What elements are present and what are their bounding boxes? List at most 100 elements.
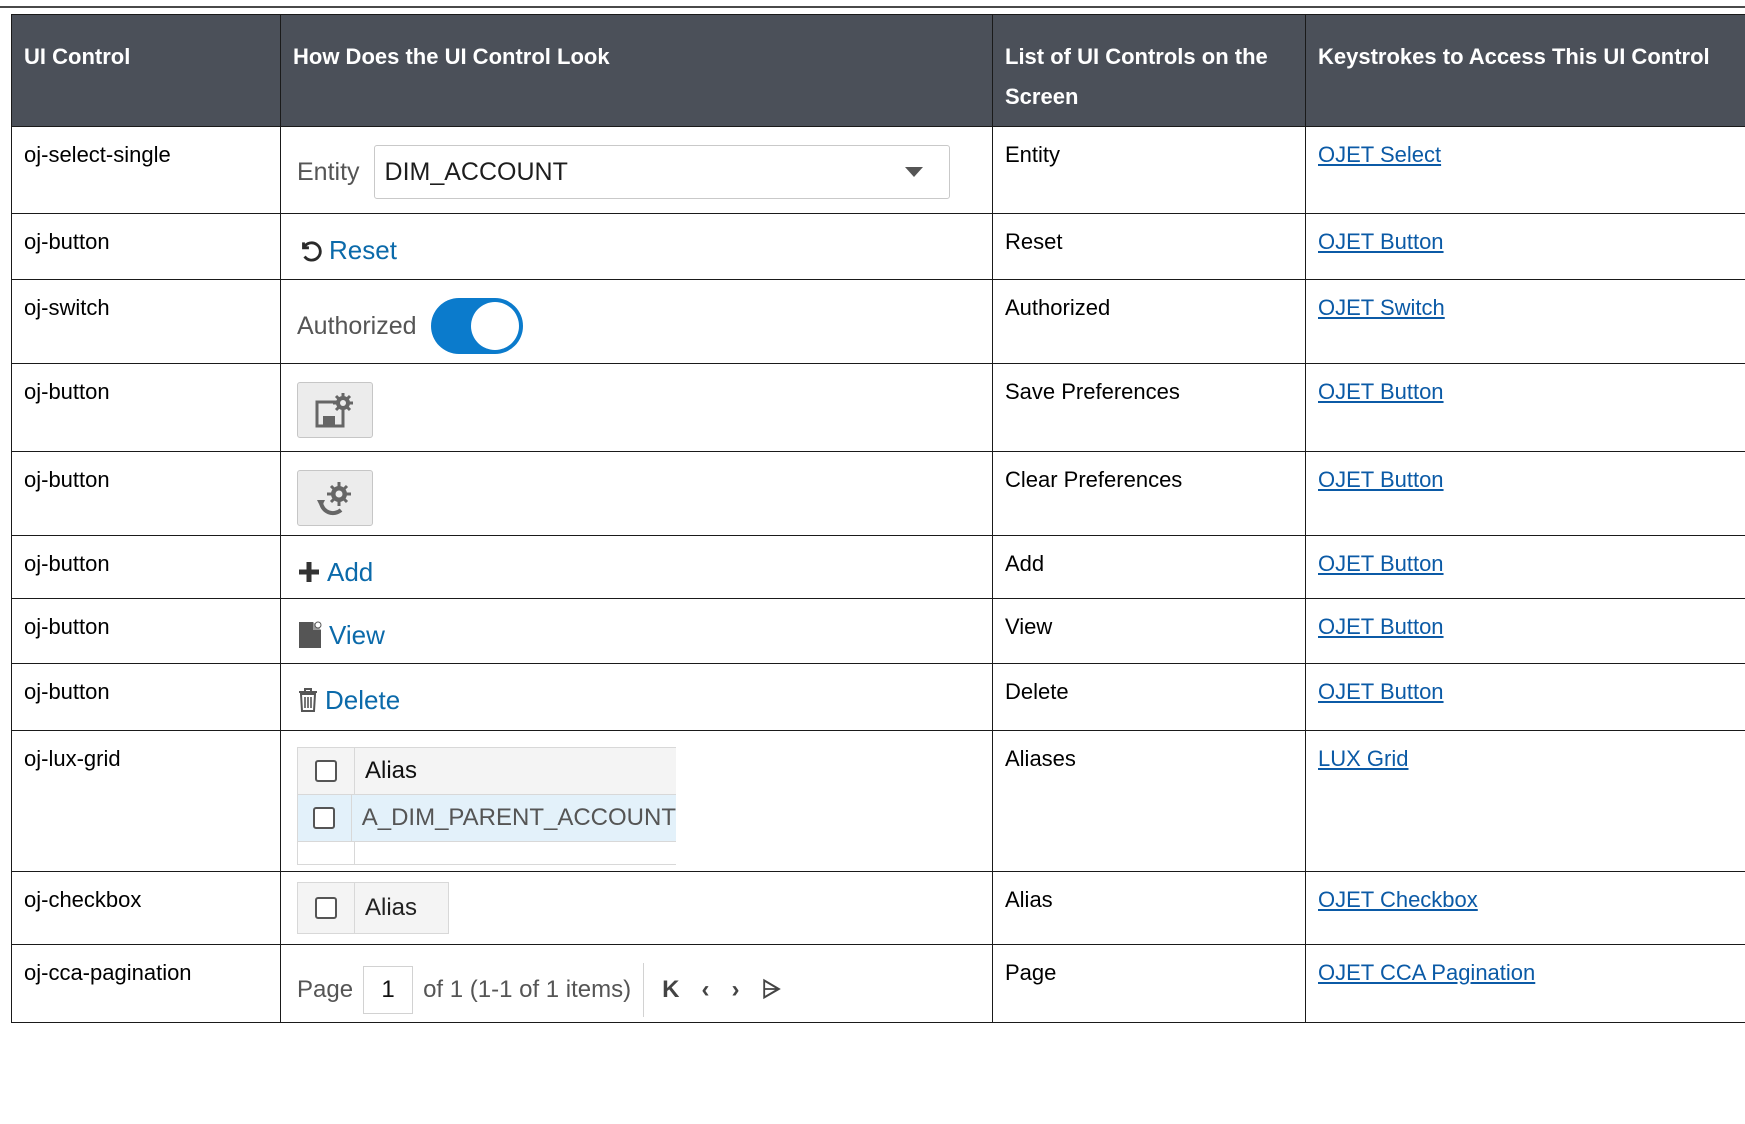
page-number-input[interactable]: 1 [363, 966, 414, 1014]
table-row: oj-button View View OJET Button [11, 598, 1745, 664]
checkbox-sample: Alias [297, 882, 449, 934]
control-name: oj-select-single [11, 126, 281, 214]
plus-icon [299, 562, 319, 582]
reset-button[interactable]: Reset [297, 232, 397, 268]
control-look: Entity DIM_ACCOUNT [280, 126, 993, 214]
doc-link[interactable]: OJET Button [1318, 467, 1444, 492]
control-list: Page [992, 944, 1306, 1023]
control-keystrokes: OJET Button [1305, 663, 1745, 731]
delete-button[interactable]: Delete [297, 682, 400, 718]
control-list: Delete [992, 663, 1306, 731]
doc-link[interactable]: OJET Select [1318, 142, 1441, 167]
grid-column-header: Alias [365, 757, 418, 784]
control-list: Alias [992, 871, 1306, 945]
table-row: oj-button Clear Preferences OJET Button [11, 451, 1745, 536]
add-button[interactable]: Add [297, 554, 373, 590]
checkbox-cell [298, 883, 355, 933]
control-name: oj-lux-grid [11, 730, 281, 872]
alias-checkbox[interactable] [315, 897, 337, 919]
page-label: Page [297, 976, 354, 1003]
doc-link[interactable]: OJET Button [1318, 229, 1444, 254]
trash-icon [299, 688, 317, 712]
clear-preferences-button[interactable] [297, 470, 373, 526]
dropdown-arrow-icon [904, 167, 923, 177]
switch-knob [470, 302, 519, 350]
pagination-nav: K ‹ › ⩥ [662, 972, 781, 1008]
table-header-row: UI Control How Does the UI Control Look … [11, 14, 1745, 127]
control-keystrokes: OJET Select [1305, 126, 1745, 214]
doc-link[interactable]: OJET Button [1318, 614, 1444, 639]
switch-label: Authorized [297, 312, 417, 340]
table-row: oj-button Reset Reset OJET Button [11, 213, 1745, 280]
control-keystrokes: OJET Button [1305, 451, 1745, 536]
select-all-checkbox[interactable] [315, 760, 337, 782]
table-row: oj-button Delete Delete OJET Button [11, 663, 1745, 731]
control-keystrokes: OJET Button [1305, 363, 1745, 452]
grid-empty-row [298, 842, 676, 864]
pagination-sample: Page 1 of 1 (1-1 of 1 items) K ‹ › ⩥ [297, 963, 976, 1017]
entity-select[interactable]: DIM_ACCOUNT [373, 145, 950, 199]
grid-row-select [298, 795, 352, 841]
control-name: oj-checkbox [11, 871, 281, 945]
control-keystrokes: OJET Switch [1305, 279, 1745, 364]
document-view-icon [299, 621, 322, 648]
doc-link[interactable]: OJET Checkbox [1318, 887, 1478, 912]
select-value: DIM_ACCOUNT [384, 158, 568, 186]
view-label: View [329, 620, 385, 650]
control-keystrokes: OJET Button [1305, 535, 1745, 599]
control-keystrokes: LUX Grid [1305, 730, 1745, 872]
doc-link[interactable]: OJET Button [1318, 679, 1444, 704]
control-name: oj-button [11, 213, 281, 280]
doc-link[interactable]: OJET Button [1318, 379, 1444, 404]
doc-link[interactable]: LUX Grid [1318, 746, 1408, 771]
control-look: Page 1 of 1 (1-1 of 1 items) K ‹ › ⩥ [280, 944, 993, 1023]
reset-icon [302, 241, 322, 262]
control-name: oj-button [11, 451, 281, 536]
control-keystrokes: OJET Button [1305, 213, 1745, 280]
control-list: View [992, 598, 1306, 664]
grid-select-all [298, 748, 355, 794]
table-row: oj-checkbox Alias Alias OJET Checkbox [11, 871, 1745, 945]
control-look: Authorized [280, 279, 993, 364]
header-ui-control: UI Control [11, 14, 281, 127]
grid-header-row: Alias [298, 748, 676, 795]
previous-page-icon[interactable]: ‹ [701, 972, 709, 1008]
control-list: Clear Preferences [992, 451, 1306, 536]
top-rule [0, 6, 1745, 8]
control-look: Alias A_DIM_PARENT_ACCOUNT [280, 730, 993, 872]
lux-grid-sample: Alias A_DIM_PARENT_ACCOUNT [297, 747, 676, 865]
refresh-settings-icon [317, 482, 351, 516]
control-look: Reset [280, 213, 993, 280]
select-single-sample: Entity DIM_ACCOUNT [297, 145, 976, 199]
control-list: Authorized [992, 279, 1306, 364]
row-checkbox[interactable] [313, 807, 336, 829]
table-row: oj-cca-pagination Page 1 of 1 (1-1 of 1 … [11, 944, 1745, 1023]
view-button[interactable]: View [297, 617, 385, 653]
save-preferences-button[interactable] [297, 382, 373, 438]
next-page-icon[interactable]: › [731, 972, 739, 1008]
control-list: Save Preferences [992, 363, 1306, 452]
control-list: Add [992, 535, 1306, 599]
table-row: oj-button Save Preferences OJET Button [11, 363, 1745, 452]
pagination-divider [643, 963, 645, 1017]
table-row: oj-button Add Add OJET Button [11, 535, 1745, 599]
table-row: oj-lux-grid Alias A_DIM_PARENT_ACCOUNT A… [11, 730, 1745, 872]
control-look [280, 451, 993, 536]
control-list: Aliases [992, 730, 1306, 872]
doc-link[interactable]: OJET Switch [1318, 295, 1445, 320]
last-page-icon[interactable]: ⩥ [761, 972, 780, 1008]
control-name: oj-switch [11, 279, 281, 364]
save-settings-icon [315, 393, 353, 428]
ui-controls-table: UI Control How Does the UI Control Look … [11, 14, 1745, 1023]
grid-empty-cell [298, 842, 355, 864]
delete-label: Delete [325, 685, 401, 715]
header-list: List of UI Controls on the Screen [992, 14, 1306, 127]
doc-link[interactable]: OJET CCA Pagination [1318, 960, 1535, 985]
authorized-switch[interactable] [430, 298, 523, 354]
grid-data-row[interactable]: A_DIM_PARENT_ACCOUNT [298, 795, 676, 842]
control-look [280, 363, 993, 452]
control-keystrokes: OJET CCA Pagination [1305, 944, 1745, 1023]
doc-link[interactable]: OJET Button [1318, 551, 1444, 576]
first-page-icon[interactable]: K [662, 972, 679, 1008]
select-label: Entity [297, 158, 360, 186]
